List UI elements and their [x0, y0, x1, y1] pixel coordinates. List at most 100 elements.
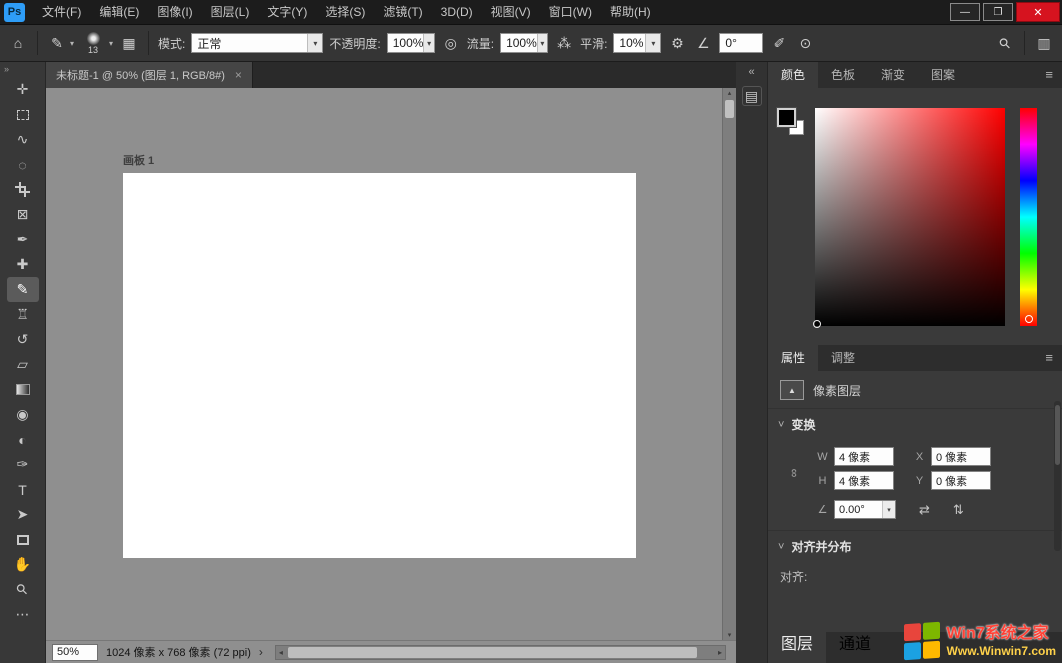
workspace-switcher-icon[interactable]: ▥ — [1034, 35, 1054, 52]
tab-properties[interactable]: 属性 — [768, 345, 818, 371]
menu-image[interactable]: 图像(I) — [148, 0, 201, 24]
healing-brush-tool[interactable]: ✚ — [7, 252, 39, 277]
marquee-tool[interactable] — [7, 102, 39, 127]
tab-adjustments[interactable]: 调整 — [818, 345, 868, 371]
chevron-down-icon[interactable]: ▾ — [645, 34, 660, 52]
libraries-panel-icon[interactable]: ▤ — [742, 86, 762, 106]
rectangle-tool[interactable] — [7, 527, 39, 552]
blur-tool[interactable]: ◉ — [7, 402, 39, 427]
color-field-marker[interactable] — [813, 320, 821, 328]
foreground-color-swatch[interactable] — [777, 108, 796, 127]
object-selection-tool[interactable]: ◌ — [7, 152, 39, 177]
expand-panels-icon[interactable]: « — [736, 62, 767, 78]
frame-tool[interactable]: ⊠ — [7, 202, 39, 227]
tab-gradients[interactable]: 渐变 — [868, 62, 918, 88]
tab-layers[interactable]: 图层 — [768, 632, 826, 658]
tab-color[interactable]: 颜色 — [768, 62, 818, 88]
brush-picker-dropdown-icon[interactable]: ▾ — [109, 39, 113, 48]
gradient-tool[interactable] — [7, 377, 39, 402]
menu-view[interactable]: 视图(V) — [482, 0, 540, 24]
tab-close-icon[interactable]: × — [235, 68, 242, 82]
crop-tool[interactable] — [7, 177, 39, 202]
path-selection-tool[interactable]: ➤ — [7, 502, 39, 527]
properties-scrollbar[interactable] — [1054, 401, 1061, 551]
saturation-brightness-field[interactable] — [815, 108, 1005, 326]
align-section-header[interactable]: ˅ 对齐并分布 — [768, 530, 1062, 562]
height-field[interactable]: 4 像素 — [834, 471, 894, 490]
width-field[interactable]: 4 像素 — [834, 447, 894, 466]
pen-tool[interactable]: ✑ — [7, 452, 39, 477]
pressure-opacity-icon[interactable]: ◎ — [441, 35, 461, 52]
smoothing-options-gear-icon[interactable]: ⚙ — [667, 35, 687, 52]
brush-preset-icon[interactable]: ✎ — [47, 35, 67, 52]
canvas-viewport[interactable]: 画板 1 ▴ ▾ — [46, 88, 736, 640]
chevron-down-icon[interactable]: ▾ — [537, 34, 547, 52]
pressure-size-icon[interactable]: ⊙ — [795, 35, 815, 52]
opacity-select[interactable]: 100% ▾ — [387, 33, 435, 53]
type-tool[interactable]: T — [7, 477, 39, 502]
horizontal-scrollbar[interactable]: ◂ ▸ — [275, 645, 726, 660]
move-tool[interactable]: ✛ — [7, 77, 39, 102]
panel-menu-icon[interactable]: ≡ — [1045, 345, 1062, 371]
link-dimensions-icon[interactable]: ∞ — [787, 469, 801, 478]
tab-swatches[interactable]: 色板 — [818, 62, 868, 88]
hue-slider-marker[interactable] — [1025, 315, 1033, 323]
pressure-stylus-icon[interactable]: ✐ — [769, 35, 789, 52]
history-brush-tool[interactable]: ↺ — [7, 327, 39, 352]
brush-settings-panel-icon[interactable]: ▦ — [119, 35, 139, 52]
flip-vertical-icon[interactable]: ⇅ — [953, 502, 964, 518]
blend-mode-select[interactable]: 正常 ▾ — [191, 33, 323, 53]
menu-help[interactable]: 帮助(H) — [601, 0, 660, 24]
edit-toolbar-button[interactable]: ⋯ — [7, 602, 39, 627]
chevron-down-icon[interactable]: ▾ — [307, 34, 322, 52]
brush-tool[interactable]: ✎ — [7, 277, 39, 302]
hand-tool[interactable]: ✋ — [7, 552, 39, 577]
search-icon[interactable]: ⚲ — [992, 30, 1018, 56]
scroll-down-icon[interactable]: ▾ — [723, 631, 736, 639]
dodge-tool[interactable]: ◐ — [7, 427, 39, 452]
toolbar-collapse-icon[interactable]: » — [0, 62, 45, 77]
airbrush-icon[interactable]: ⁂ — [554, 35, 574, 52]
home-icon[interactable]: ⌂ — [8, 35, 28, 51]
menu-window[interactable]: 窗口(W) — [540, 0, 601, 24]
horizontal-scroll-thumb[interactable] — [288, 647, 697, 658]
scroll-right-icon[interactable]: ▸ — [715, 646, 725, 659]
chevron-down-icon[interactable]: ▾ — [882, 501, 895, 518]
y-field[interactable]: 0 像素 — [931, 471, 991, 490]
hue-slider[interactable] — [1020, 108, 1037, 326]
minimize-button[interactable]: — — [950, 3, 980, 21]
vertical-scroll-thumb[interactable] — [725, 100, 734, 118]
brush-preview-picker[interactable]: 13 — [80, 32, 106, 55]
tab-channels[interactable]: 通道 — [826, 632, 884, 658]
menu-3d[interactable]: 3D(D) — [432, 0, 482, 24]
status-options-chevron-icon[interactable]: › — [259, 645, 263, 659]
eraser-tool[interactable]: ▱ — [7, 352, 39, 377]
document-tab[interactable]: 未标题-1 @ 50% (图层 1, RGB/8#) × — [46, 62, 253, 88]
smoothing-select[interactable]: 10% ▾ — [613, 33, 661, 53]
maximize-button[interactable]: ❐ — [983, 3, 1013, 21]
lasso-tool[interactable]: ∿ — [7, 127, 39, 152]
zoom-tool[interactable]: ⚲ — [7, 577, 39, 602]
brush-preset-dropdown-icon[interactable]: ▾ — [70, 39, 74, 48]
flow-select[interactable]: 100% ▾ — [500, 33, 548, 53]
menu-layer[interactable]: 图层(L) — [202, 0, 259, 24]
artboard-label[interactable]: 画板 1 — [123, 152, 154, 168]
vertical-scrollbar[interactable]: ▴ ▾ — [722, 88, 736, 640]
transform-section-header[interactable]: ˅ 变换 — [768, 408, 1062, 440]
brush-angle-field[interactable]: 0° — [719, 33, 763, 53]
menu-file[interactable]: 文件(F) — [33, 0, 90, 24]
zoom-level-field[interactable]: 50% — [52, 644, 98, 661]
chevron-down-icon[interactable]: ▾ — [423, 34, 433, 52]
tab-patterns[interactable]: 图案 — [918, 62, 968, 88]
rotate-angle-field[interactable]: 0.00° ▾ — [834, 500, 896, 519]
panel-menu-icon[interactable]: ≡ — [1045, 62, 1062, 88]
flip-horizontal-icon[interactable]: ⇄ — [919, 502, 930, 518]
scroll-left-icon[interactable]: ◂ — [276, 646, 286, 659]
menu-edit[interactable]: 编辑(E) — [90, 0, 148, 24]
close-button[interactable]: ✕ — [1016, 2, 1060, 22]
eyedropper-tool[interactable]: ✒ — [7, 227, 39, 252]
clone-stamp-tool[interactable]: ♖ — [7, 302, 39, 327]
x-field[interactable]: 0 像素 — [931, 447, 991, 466]
scroll-up-icon[interactable]: ▴ — [723, 89, 736, 97]
menu-filter[interactable]: 滤镜(T) — [374, 0, 431, 24]
